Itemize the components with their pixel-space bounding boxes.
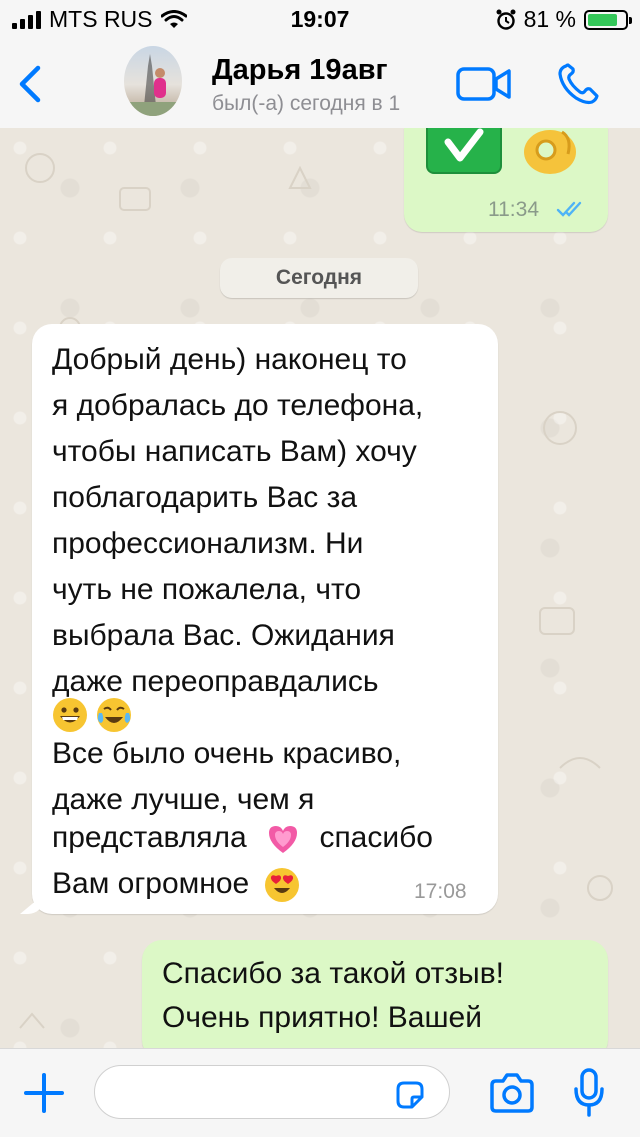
message-line: Добрый день) наконец то bbox=[52, 343, 407, 376]
message-line: Очень приятно! Вашей bbox=[162, 1001, 482, 1034]
contact-name[interactable]: Дарья 19авг bbox=[212, 54, 388, 87]
grinning-face-emoji-icon bbox=[53, 698, 87, 733]
status-right: 81 % bbox=[496, 6, 632, 33]
message-fragment: спасибо bbox=[319, 821, 433, 854]
check-mark-emoji-icon bbox=[426, 128, 502, 174]
microphone-icon[interactable] bbox=[572, 1067, 606, 1119]
message-line-with-emoji: представляла спасибо bbox=[52, 818, 433, 858]
status-bar: MTS RUS 19:07 81 % bbox=[0, 0, 640, 40]
camera-icon[interactable] bbox=[488, 1071, 536, 1115]
message-line: выбрала Вас. Ожидания bbox=[52, 619, 395, 652]
message-line: чтобы написать Вам) хочу bbox=[52, 435, 417, 468]
phone-call-icon[interactable] bbox=[556, 62, 602, 106]
message-line: Спасибо за такой отзыв! bbox=[162, 957, 505, 990]
outgoing-message-previous[interactable]: 11:34 bbox=[404, 128, 608, 232]
heart-eyes-emoji-icon bbox=[264, 868, 299, 903]
message-line: поблагодарить Вас за bbox=[52, 481, 358, 514]
message-fragment: представляла bbox=[52, 821, 247, 854]
message-line: я добралась до телефона, bbox=[52, 389, 424, 422]
outgoing-message[interactable]: Спасибо за такой отзыв! Очень приятно! В… bbox=[142, 940, 608, 1060]
video-call-icon[interactable] bbox=[456, 66, 512, 102]
message-fragment: Вам огромное bbox=[52, 867, 250, 900]
tears-of-joy-emoji-icon bbox=[97, 698, 132, 733]
message-line: даже лучше, чем я bbox=[52, 783, 315, 816]
avatar-photo-icon bbox=[124, 54, 182, 116]
message-line-with-emoji: Вам огромное bbox=[52, 864, 300, 904]
avatar[interactable] bbox=[124, 46, 182, 116]
plus-icon[interactable] bbox=[22, 1071, 66, 1115]
battery-fill bbox=[588, 13, 618, 26]
sticker-icon[interactable] bbox=[394, 1079, 426, 1111]
contact-last-seen: был(-а) сегодня в 1 bbox=[212, 92, 401, 115]
message-composer bbox=[0, 1048, 640, 1137]
message-line: Все было очень красиво, bbox=[52, 737, 402, 770]
battery-percent: 81 % bbox=[523, 6, 576, 32]
alarm-icon bbox=[496, 9, 516, 30]
message-time: 17:08 bbox=[414, 880, 467, 903]
message-line: профессионализм. Ни bbox=[52, 527, 364, 560]
battery-icon bbox=[584, 9, 632, 30]
date-separator: Сегодня bbox=[220, 258, 418, 298]
chat-header: Дарья 19авг был(-а) сегодня в 1 bbox=[0, 40, 640, 129]
growing-heart-emoji-icon bbox=[269, 826, 298, 854]
message-line: чуть не пожалела, что bbox=[52, 573, 362, 606]
back-chevron-icon[interactable] bbox=[14, 62, 48, 106]
ok-hand-emoji-icon bbox=[524, 130, 576, 174]
read-receipt-icon bbox=[556, 201, 582, 217]
message-time: 11:34 bbox=[488, 198, 539, 221]
emoji-line bbox=[52, 694, 132, 734]
incoming-message[interactable]: Добрый день) наконец то я добралась до т… bbox=[20, 324, 498, 914]
